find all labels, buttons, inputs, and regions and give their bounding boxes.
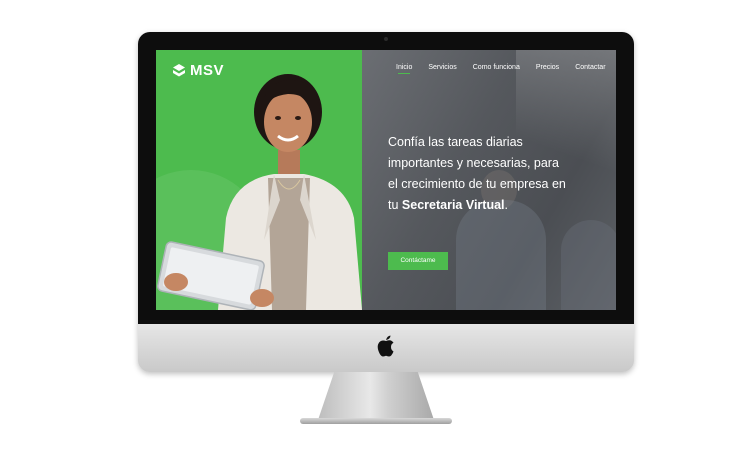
contact-me-button[interactable]: Contáctame [388,252,448,270]
hero-line-2: importantes y necesarias, para [388,156,559,170]
hero-line-3: el crecimiento de tu empresa en [388,177,566,191]
screen-bezel: MSV Inicio Servicios Como funciona Preci… [138,32,634,324]
hero-line-1: Confía las tareas diarias [388,135,523,149]
nav-item-servicios[interactable]: Servicios [428,64,456,74]
hero-line-4-prefix: tu [388,198,402,212]
nav-item-contactar[interactable]: Contactar [575,64,605,74]
website-screen: MSV Inicio Servicios Como funciona Preci… [156,50,616,310]
nav-item-precios[interactable]: Precios [536,64,559,74]
stand-base [300,418,452,424]
hero-highlight: Secretaria Virtual [401,198,505,212]
woman-with-tablet-photo [157,74,362,310]
main-nav: Inicio Servicios Como funciona Precios C… [396,64,606,74]
apple-logo-icon [377,335,394,357]
camera-dot [384,37,388,41]
mockup-stage: MSV Inicio Servicios Como funciona Preci… [0,0,750,450]
monitor-stand [318,372,434,420]
imac-monitor: MSV Inicio Servicios Como funciona Preci… [138,32,634,372]
background-person-2 [561,220,616,310]
hero-line-4-suffix: . [504,198,508,212]
brand-name: MSV [190,62,225,79]
monitor-chin [138,324,634,372]
background-person [456,200,546,310]
hero-headline: Confía las tareas diarias importantes y … [388,132,588,216]
nav-item-inicio[interactable]: Inicio [396,64,412,74]
hero-line-4: tu Secretaria Virtual. [388,195,588,216]
brand-logo[interactable]: MSV [172,62,224,79]
nav-item-como-funciona[interactable]: Como funciona [473,64,520,74]
msv-logo-icon [173,63,185,76]
